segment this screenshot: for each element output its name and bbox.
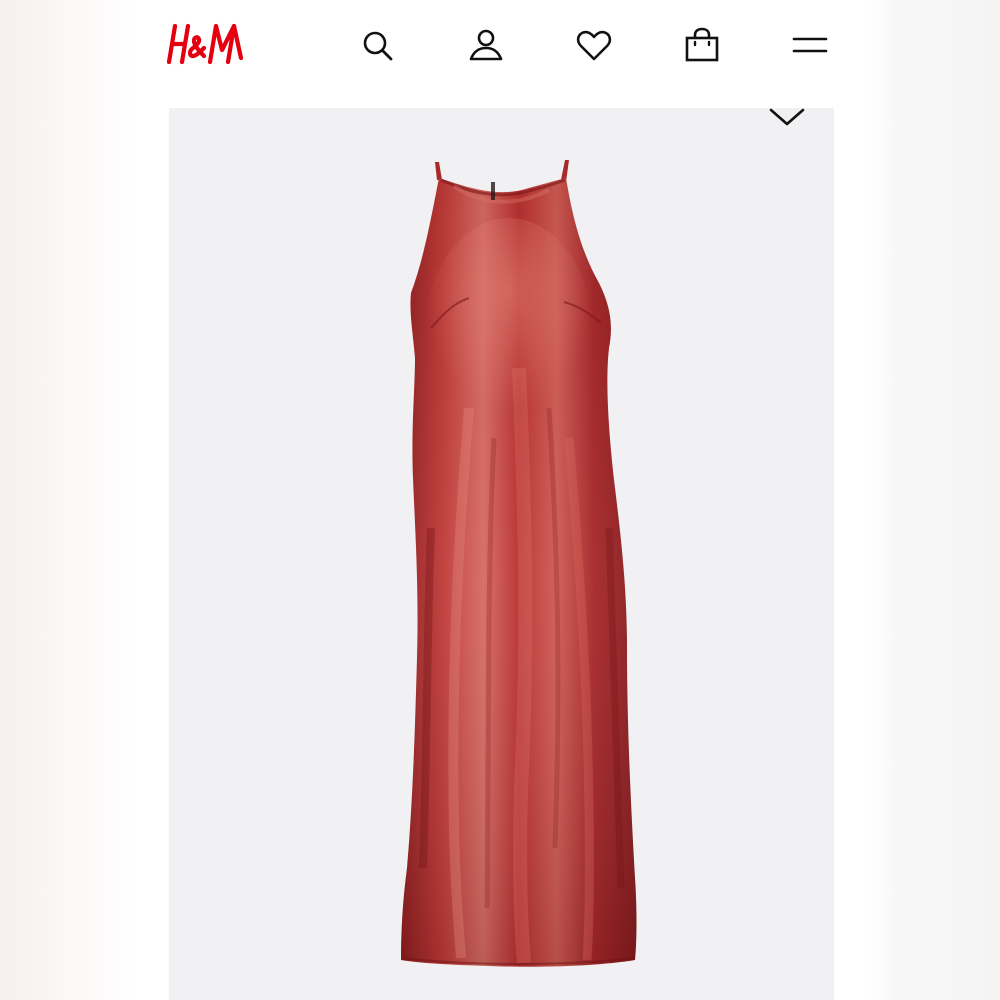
site-header bbox=[138, 0, 865, 95]
brand-logo[interactable] bbox=[166, 18, 246, 75]
shopping-bag-icon[interactable] bbox=[682, 26, 722, 66]
account-icon[interactable] bbox=[466, 26, 506, 66]
search-icon[interactable] bbox=[358, 26, 398, 66]
favorites-heart-icon[interactable] bbox=[574, 26, 614, 66]
hm-logo-mark bbox=[166, 23, 244, 65]
chevron-down-icon[interactable] bbox=[767, 108, 807, 130]
red-satin-dress-photo bbox=[401, 160, 637, 967]
product-image[interactable] bbox=[169, 108, 834, 1000]
screenshot-frame bbox=[0, 0, 1000, 1000]
menu-hamburger-icon[interactable] bbox=[790, 26, 830, 66]
mobile-page bbox=[138, 0, 865, 1000]
